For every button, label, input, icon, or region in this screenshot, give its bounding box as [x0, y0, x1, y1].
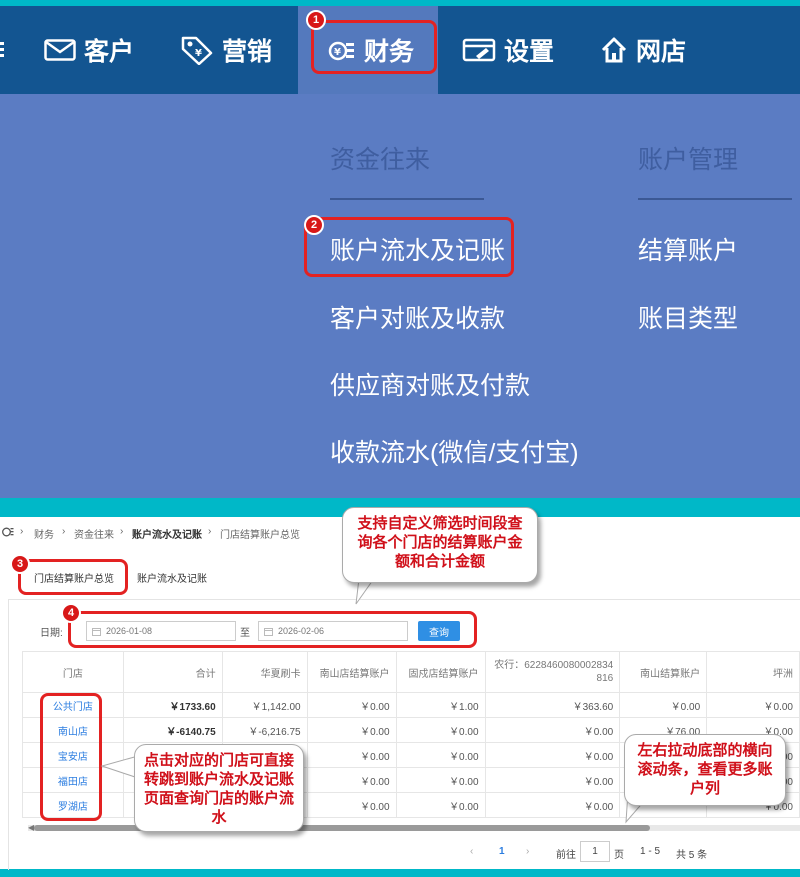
amount-cell: ￥0.00: [306, 717, 397, 743]
horizontal-scrollbar-thumb[interactable]: [34, 825, 650, 831]
col-header-nanshan-settlement: 南山结算账户: [619, 651, 708, 693]
dropdown-divider: [330, 198, 484, 200]
breadcrumb-finance[interactable]: 财务: [34, 526, 54, 541]
nav-overflow-icon[interactable]: [0, 42, 4, 58]
breadcrumb-separator: ›: [208, 526, 212, 537]
tag-icon: ¥: [181, 36, 213, 65]
pager-total: 共 5 条: [676, 850, 708, 861]
finance-dropdown-menu: 资金往来 账户管理 账户流水及记账 客户对账及收款 供应商对账及付款 收款流水(…: [0, 94, 800, 498]
col-header-abc-bank: 农行：6228460080002834816: [484, 651, 621, 693]
pager-next[interactable]: ›: [526, 846, 529, 857]
menu-item-supplier-reconciliation[interactable]: 供应商对账及付款: [330, 366, 530, 402]
menu-item-account-type[interactable]: 账目类型: [638, 299, 738, 335]
pager-page-input[interactable]: 1: [580, 841, 610, 862]
col-header-gushu-store: 固戍店结算账户: [395, 651, 486, 693]
menu-item-customer-reconciliation[interactable]: 客户对账及收款: [330, 299, 505, 335]
highlight-overview-tab: [18, 559, 128, 595]
amount-cell: ￥363.60: [484, 692, 621, 718]
nav-item-label: 客户: [84, 38, 135, 66]
nav-item-marketing[interactable]: ¥ 营销: [180, 6, 272, 94]
amount-cell: ￥0.00: [395, 742, 486, 768]
nav-item-label: 营销: [222, 38, 273, 66]
col-header-huaxia: 华夏刷卡: [221, 651, 308, 693]
menu-item-settlement-account[interactable]: 结算账户: [638, 231, 738, 267]
dropdown-heading-funds: 资金往来: [330, 146, 431, 174]
highlight-account-flow: [304, 217, 514, 277]
nav-item-customer[interactable]: 客户: [44, 6, 134, 94]
highlight-finance: [311, 20, 437, 74]
breadcrumb-separator: ›: [20, 526, 24, 537]
col-header-pingzhou: 坪洲: [706, 651, 800, 693]
callout-store-link: 点击对应的门店可直接转跳到账户流水及记账页面查询门店的账户流水: [134, 744, 304, 832]
mail-icon: [44, 39, 76, 61]
dropdown-divider: [638, 198, 792, 200]
highlight-store-column: [40, 693, 102, 821]
breadcrumb-current: 门店结算账户总览: [220, 530, 300, 541]
amount-cell: ￥0.00: [484, 717, 621, 743]
nav-item-label: 设置: [504, 38, 555, 66]
nav-item-settings[interactable]: 设置: [462, 6, 554, 94]
step-badge-3: 3: [10, 554, 30, 574]
menu-item-payment-flow[interactable]: 收款流水(微信/支付宝): [330, 433, 579, 469]
col-header-total: 合计: [122, 651, 223, 693]
amount-cell: ￥0.00: [306, 792, 397, 818]
amount-cell: ￥0.00: [395, 792, 486, 818]
tab-account-flow[interactable]: 账户流水及记账: [137, 570, 207, 585]
date-label: 日期:: [40, 628, 63, 639]
svg-text:¥: ¥: [195, 48, 202, 59]
amount-cell: ￥0.00: [306, 767, 397, 793]
breadcrumb-separator: ›: [62, 526, 66, 537]
dropdown-heading-accounts: 账户管理: [638, 146, 739, 174]
amount-cell: ￥1,142.00: [221, 692, 308, 718]
total-cell: ￥1733.60: [122, 692, 223, 718]
amount-cell: ￥0.00: [395, 717, 486, 743]
total-cell: ￥-6140.75: [122, 717, 223, 743]
breadcrumb-separator: ›: [120, 526, 124, 537]
col-header-nanshan-store: 南山店结算账户: [306, 651, 397, 693]
pager-prev[interactable]: ‹: [470, 846, 473, 857]
breadcrumb-account-flow[interactable]: 账户流水及记账: [132, 526, 202, 541]
step-badge-1: 1: [306, 10, 326, 30]
finance-icon: [2, 527, 14, 537]
callout-scrollbar: 左右拉动底部的横向滚动条，查看更多账户列: [624, 734, 786, 806]
highlight-date-filter: [68, 611, 477, 648]
nav-item-online-store[interactable]: 网店: [600, 6, 686, 94]
amount-cell: ￥0.00: [619, 692, 708, 718]
callout-date-filter: 支持自定义筛选时间段查询各个门店的结算账户金额和合计金额: [342, 507, 538, 583]
amount-cell: ￥0.00: [706, 692, 800, 718]
amount-cell: ￥0.00: [484, 767, 621, 793]
scroll-left-arrow[interactable]: ◀: [28, 823, 34, 832]
amount-cell: ￥0.00: [306, 692, 397, 718]
amount-cell: ￥0.00: [484, 742, 621, 768]
home-icon: [601, 37, 627, 63]
table-row: 公共门店 ￥1733.60 ￥1,142.00 ￥0.00 ￥1.00 ￥363.60 ￥0…: [22, 692, 800, 718]
nav-item-label: 网店: [636, 38, 687, 66]
pager-page-unit: 页: [614, 850, 624, 861]
table-header-row: 门店 合计 华夏刷卡 南山店结算账户 固戍店结算账户 农行：6228460080…: [22, 651, 800, 693]
amount-cell: ￥0.00: [395, 767, 486, 793]
amount-cell: ￥1.00: [395, 692, 486, 718]
step-badge-4: 4: [61, 603, 81, 623]
pager-goto-label: 前往: [556, 850, 576, 861]
step-badge-2: 2: [304, 215, 324, 235]
amount-cell: ￥0.00: [484, 792, 621, 818]
pager-range: 1 - 5: [640, 846, 661, 857]
amount-cell: ￥0.00: [306, 742, 397, 768]
col-header-store: 门店: [22, 651, 124, 693]
pager-current-page[interactable]: 1: [499, 846, 505, 857]
settings-icon: [462, 38, 496, 62]
breadcrumb-funds[interactable]: 资金往来: [74, 526, 114, 541]
amount-cell: ￥-6,216.75: [221, 717, 308, 743]
